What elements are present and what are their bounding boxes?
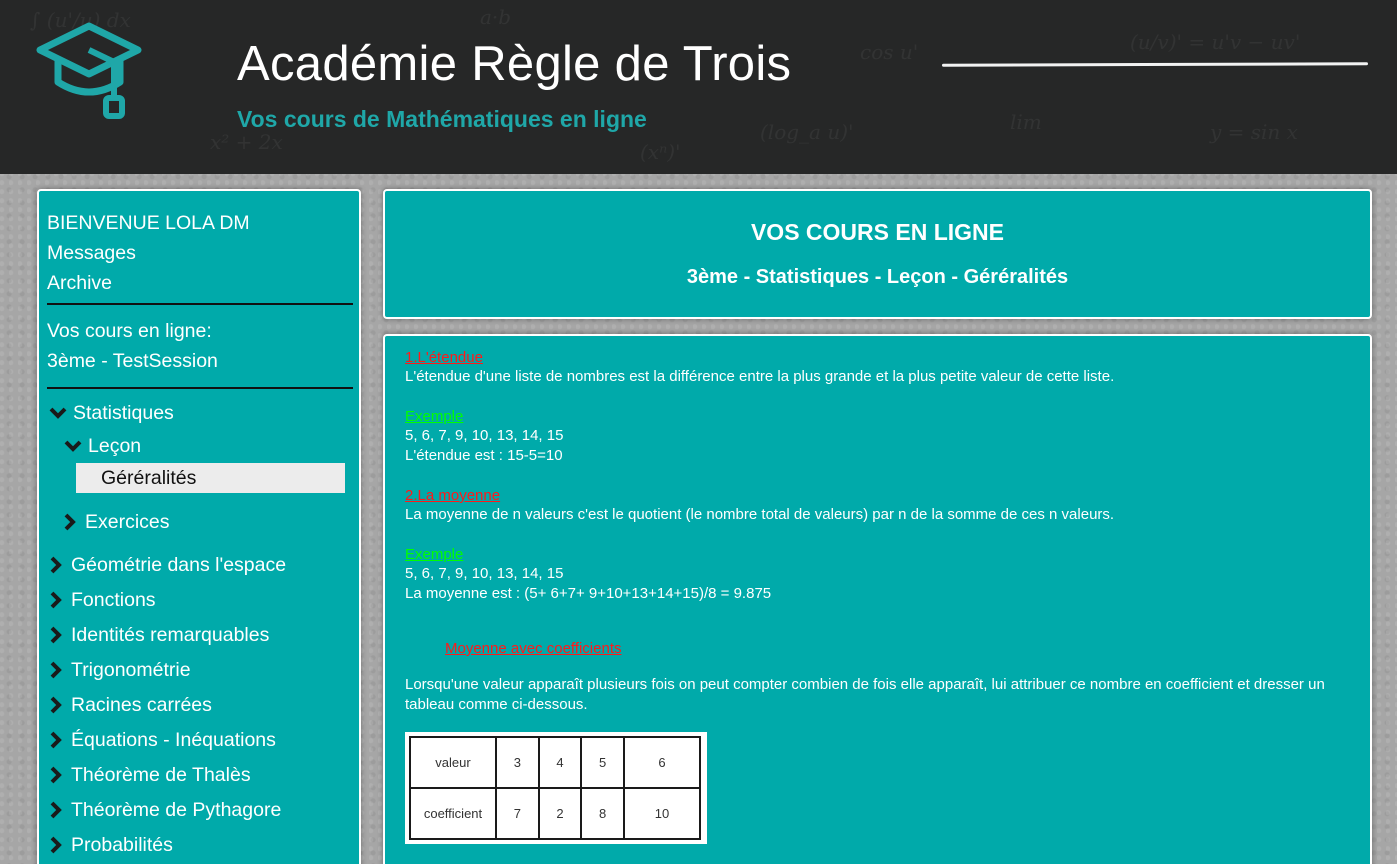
tree-item-label: Fonctions (71, 589, 156, 611)
tree-item-chapter[interactable]: Équations - Inéquations (47, 725, 276, 755)
chevron-down-icon (49, 404, 67, 422)
chevron-down-icon (64, 437, 82, 455)
table-cell: 8 (580, 787, 625, 840)
welcome-link[interactable]: BIENVENUE LOLA DM (47, 210, 250, 236)
lesson-content: 1.L'étendue L'étendue d'une liste de nom… (383, 334, 1372, 864)
tree-item-statistiques[interactable]: Statistiques (49, 398, 174, 428)
chevron-right-icon (47, 591, 65, 609)
tree-item-label: Leçon (88, 435, 142, 457)
example-result: La moyenne est : (5+ 6+7+ 9+10+13+14+15)… (405, 585, 772, 602)
tree-item-label: Probabilités (71, 834, 173, 856)
chevron-right-icon (47, 661, 65, 679)
chevron-right-icon (47, 836, 65, 854)
sidebar: BIENVENUE LOLA DM Messages Archive Vos c… (37, 189, 361, 864)
table-row: valeur 3 4 5 6 (409, 736, 702, 789)
site-title[interactable]: Académie Règle de Trois (237, 36, 791, 92)
tree-item-label: Théorème de Pythagore (71, 799, 282, 821)
course-title-panel: VOS COURS EN LIGNE 3ème - Statistiques -… (383, 189, 1372, 319)
tree-item-chapter[interactable]: Identités remarquables (47, 620, 269, 650)
tree-item-label: Racines carrées (71, 694, 212, 716)
tree-item-generalites-active[interactable]: Géréralités (76, 463, 345, 493)
table-cell: valeur (409, 736, 497, 789)
tree-item-label: Géométrie dans l'espace (71, 554, 287, 576)
example-result: L'étendue est : 15-5=10 (405, 447, 563, 464)
tree-item-chapter[interactable]: Théorème de Pythagore (47, 795, 281, 825)
site-subtitle: Vos cours de Mathématiques en ligne (237, 106, 647, 132)
tree-item-label: Trigonométrie (71, 659, 191, 681)
example-label[interactable]: Exemple (405, 546, 463, 563)
table-cell: 10 (622, 787, 702, 840)
tree-item-label: Théorème de Thalès (71, 764, 251, 786)
tree-item-chapter[interactable]: Probabilités (47, 830, 173, 860)
table-cell: 5 (580, 736, 625, 789)
table-cell: 3 (495, 736, 540, 789)
sidebar-divider (47, 387, 353, 389)
messages-link[interactable]: Messages (47, 240, 136, 266)
tree-item-label: Exercices (85, 511, 170, 533)
example-values: 5, 6, 7, 9, 10, 13, 14, 15 (405, 565, 564, 582)
sidebar-divider (47, 303, 353, 305)
section-title-etendue[interactable]: 1.L'étendue (405, 349, 483, 366)
table-row: coefficient 7 2 8 10 (409, 787, 702, 840)
page-title: VOS COURS EN LIGNE (750, 219, 1005, 245)
archive-link[interactable]: Archive (47, 270, 112, 296)
tree-item-chapter[interactable]: Trigonométrie (47, 655, 191, 685)
tree-item-exercices[interactable]: Exercices (61, 507, 170, 537)
session-link[interactable]: 3ème - TestSession (47, 348, 218, 374)
moyenne-definition: La moyenne de n valeurs c'est le quotien… (405, 506, 1115, 523)
tree-item-lecon[interactable]: Leçon (64, 431, 141, 461)
example-values: 5, 6, 7, 9, 10, 13, 14, 15 (405, 427, 564, 444)
chevron-right-icon (61, 513, 79, 531)
coefficients-definition: Lorsqu'une valeur apparaît plusieurs foi… (405, 676, 1325, 713)
tree-item-label: Équations - Inéquations (71, 729, 276, 751)
chevron-right-icon (47, 766, 65, 784)
graduation-cap-icon[interactable] (36, 22, 142, 124)
chevron-right-icon (47, 556, 65, 574)
chevron-right-icon (47, 626, 65, 644)
site-header: ∫ (u'/u) dx x² + 2x (log_a u)' cos u' li… (0, 0, 1397, 174)
chevron-right-icon (47, 801, 65, 819)
chevron-right-icon (47, 696, 65, 714)
etendue-definition: L'étendue d'une liste de nombres est la … (405, 368, 1115, 385)
chevron-right-icon (47, 731, 65, 749)
example-label[interactable]: Exemple (405, 408, 463, 425)
tree-item-label: Identités remarquables (71, 624, 270, 646)
breadcrumb: 3ème - Statistiques - Leçon - Géréralité… (686, 266, 1069, 288)
tree-item-chapter[interactable]: Fonctions (47, 585, 156, 615)
tree-item-chapter[interactable]: Théorème de Thalès (47, 760, 251, 790)
table-cell: 7 (495, 787, 540, 840)
courses-label: Vos cours en ligne: (47, 320, 212, 342)
table-cell: 4 (537, 736, 583, 789)
section-title-moyenne[interactable]: 2.La moyenne (405, 487, 500, 504)
table-cell: 2 (537, 787, 583, 840)
tree-item-chapter[interactable]: Géométrie dans l'espace (47, 550, 286, 580)
tree-item-chapter[interactable]: Racines carrées (47, 690, 212, 720)
coefficient-table: valeur 3 4 5 6 coefficient 7 2 8 10 (405, 732, 707, 844)
table-cell: coefficient (409, 787, 497, 840)
table-cell: 6 (622, 736, 702, 789)
section-title-coefficients[interactable]: Moyenne avec coefficients (445, 640, 622, 657)
tree-item-label: Statistiques (73, 402, 174, 424)
